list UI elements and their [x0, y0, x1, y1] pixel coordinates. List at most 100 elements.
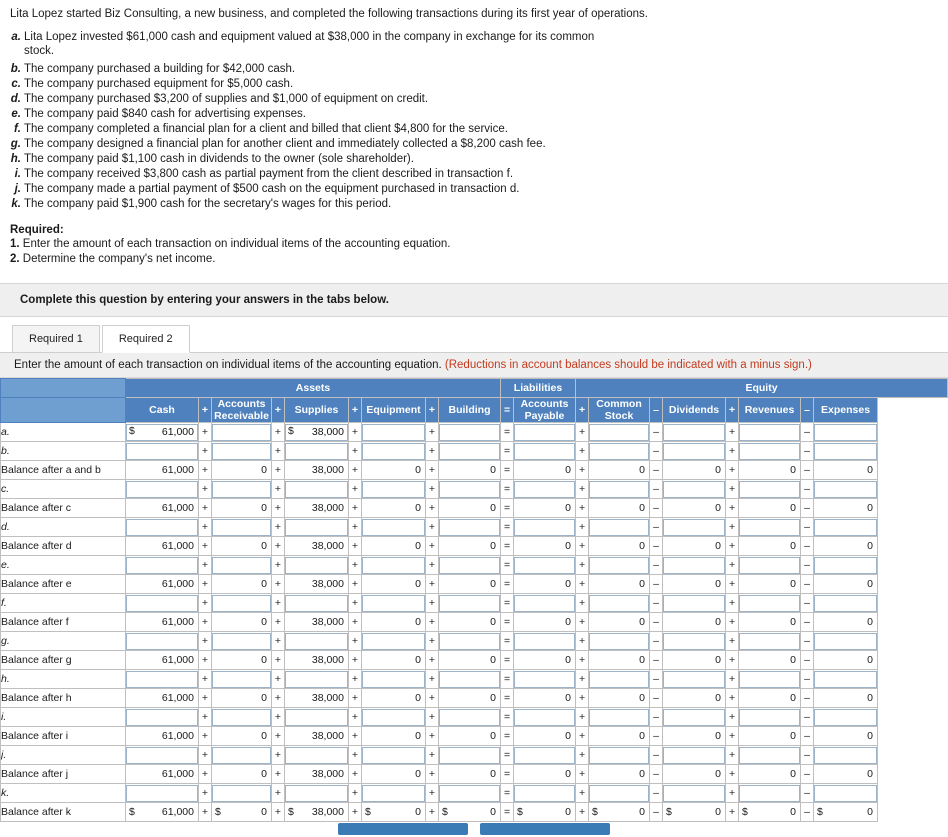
input-rev[interactable]	[739, 423, 801, 441]
cell-ar[interactable]	[211, 707, 272, 727]
cell-exp[interactable]	[813, 555, 879, 575]
cell-cash[interactable]	[125, 745, 199, 765]
input-rev[interactable]	[739, 442, 801, 460]
cell-eq[interactable]	[361, 631, 426, 651]
input-sup[interactable]	[285, 746, 348, 764]
cell-ap[interactable]	[513, 631, 577, 651]
cell-ap[interactable]	[513, 707, 577, 727]
input-bld[interactable]	[439, 784, 501, 802]
cell-bld[interactable]	[437, 707, 502, 727]
input-bld[interactable]	[439, 708, 501, 726]
input-cs[interactable]	[589, 746, 650, 764]
cell-ap[interactable]	[513, 555, 577, 575]
input-div[interactable]	[663, 423, 726, 441]
cell-ar[interactable]	[211, 555, 272, 575]
input-cash[interactable]	[126, 746, 198, 764]
cell-sup[interactable]	[284, 517, 349, 537]
input-eq[interactable]	[362, 423, 425, 441]
cell-sup[interactable]	[284, 555, 349, 575]
cell-cs[interactable]	[588, 422, 651, 442]
cell-cash[interactable]: $	[125, 422, 199, 442]
cell-eq[interactable]	[361, 441, 426, 461]
cell-ar[interactable]	[211, 517, 272, 537]
cell-div[interactable]	[662, 631, 727, 651]
cell-sup[interactable]	[284, 669, 349, 689]
input-rev[interactable]	[739, 556, 801, 574]
input-ap[interactable]	[514, 423, 576, 441]
input-sup[interactable]	[285, 442, 348, 460]
input-cs[interactable]	[589, 423, 650, 441]
input-ar[interactable]	[212, 442, 271, 460]
input-cash[interactable]	[126, 442, 198, 460]
input-cs[interactable]	[589, 594, 650, 612]
tab-required-2[interactable]: Required 2	[101, 325, 190, 353]
cell-div[interactable]	[662, 441, 727, 461]
input-cash[interactable]	[126, 632, 198, 650]
cell-cash[interactable]	[125, 479, 199, 499]
cell-exp[interactable]	[813, 783, 879, 803]
input-cs[interactable]	[589, 556, 650, 574]
input-bld[interactable]	[439, 518, 501, 536]
cell-cash[interactable]	[125, 441, 199, 461]
cell-bld[interactable]	[437, 441, 502, 461]
input-exp[interactable]	[814, 632, 878, 650]
input-ap[interactable]	[514, 518, 576, 536]
cell-div[interactable]	[662, 422, 727, 442]
input-div[interactable]	[663, 442, 726, 460]
cell-exp[interactable]	[813, 441, 879, 461]
input-sup[interactable]	[285, 708, 348, 726]
input-rev[interactable]	[739, 746, 801, 764]
cell-eq[interactable]	[361, 783, 426, 803]
input-ar[interactable]	[212, 708, 271, 726]
cell-ar[interactable]	[211, 593, 272, 613]
input-cash[interactable]	[126, 556, 198, 574]
cell-exp[interactable]	[813, 669, 879, 689]
input-bld[interactable]	[439, 556, 501, 574]
cell-rev[interactable]	[738, 783, 802, 803]
cell-eq[interactable]	[361, 422, 426, 442]
cell-cs[interactable]	[588, 707, 651, 727]
input-sup[interactable]	[285, 594, 348, 612]
cell-rev[interactable]	[738, 707, 802, 727]
input-eq[interactable]	[362, 746, 425, 764]
input-ar[interactable]	[212, 784, 271, 802]
cell-bld[interactable]	[437, 517, 502, 537]
input-cash[interactable]	[126, 480, 198, 498]
input-exp[interactable]	[814, 708, 878, 726]
input-eq[interactable]	[362, 556, 425, 574]
input-cash[interactable]	[126, 708, 198, 726]
cell-cs[interactable]	[588, 517, 651, 537]
cell-cs[interactable]	[588, 479, 651, 499]
input-ap[interactable]	[514, 556, 576, 574]
cell-div[interactable]	[662, 479, 727, 499]
cell-bld[interactable]	[437, 593, 502, 613]
input-cs[interactable]	[589, 670, 650, 688]
cell-cs[interactable]	[588, 555, 651, 575]
input-div[interactable]	[663, 632, 726, 650]
input-ap[interactable]	[514, 632, 576, 650]
input-bld[interactable]	[439, 423, 501, 441]
input-sup[interactable]	[285, 670, 348, 688]
input-div[interactable]	[663, 556, 726, 574]
input-eq[interactable]	[362, 442, 425, 460]
cell-cash[interactable]	[125, 631, 199, 651]
input-ar[interactable]	[212, 518, 271, 536]
input-eq[interactable]	[362, 632, 425, 650]
input-bld[interactable]	[439, 594, 501, 612]
input-exp[interactable]	[814, 423, 878, 441]
cell-ar[interactable]	[211, 631, 272, 651]
cell-rev[interactable]	[738, 631, 802, 651]
input-ap[interactable]	[514, 594, 576, 612]
cell-div[interactable]	[662, 555, 727, 575]
input-ar[interactable]	[212, 594, 271, 612]
cell-sup[interactable]: $	[284, 422, 349, 442]
cell-ap[interactable]	[513, 669, 577, 689]
input-eq[interactable]	[362, 708, 425, 726]
cell-div[interactable]	[662, 707, 727, 727]
cell-ar[interactable]	[211, 745, 272, 765]
cell-exp[interactable]	[813, 422, 879, 442]
input-eq[interactable]	[362, 594, 425, 612]
cell-eq[interactable]	[361, 707, 426, 727]
input-exp[interactable]	[814, 518, 878, 536]
input-cs[interactable]	[589, 708, 650, 726]
